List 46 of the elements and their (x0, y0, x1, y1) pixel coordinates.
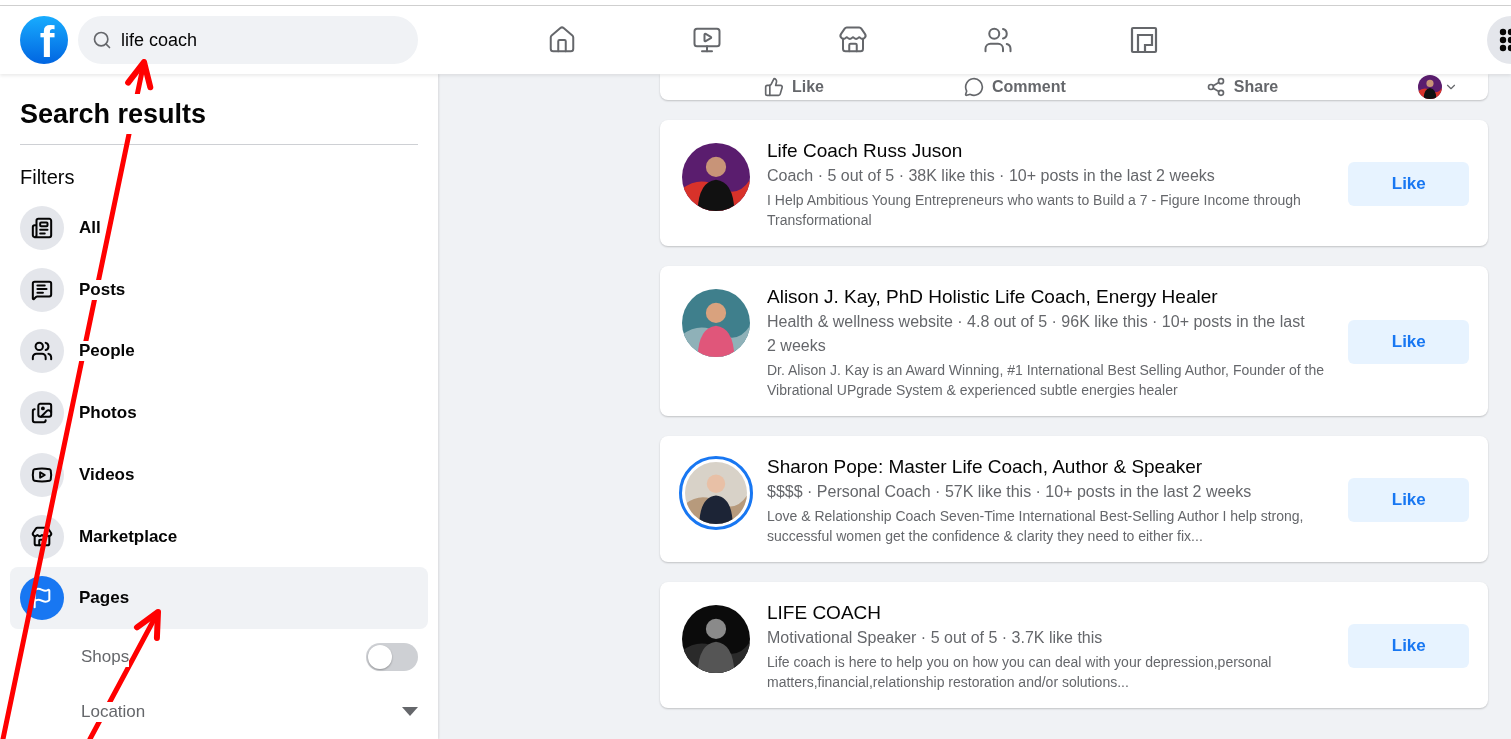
like-button[interactable]: Like (1348, 320, 1470, 364)
post-action[interactable]: Share (1205, 77, 1279, 97)
like-button[interactable]: Like (1348, 624, 1470, 668)
people-icon (20, 329, 64, 374)
page-name[interactable]: Life Coach Russ Juson (767, 138, 1335, 164)
filter-item[interactable]: Videos (10, 444, 428, 506)
page-name[interactable]: Sharon Pope: Master Life Coach, Author & Speaker (767, 454, 1335, 480)
page-name[interactable]: LIFE COACH (767, 600, 1335, 626)
thumbs-up-icon (764, 77, 784, 97)
feed-icon (20, 205, 64, 250)
page-meta: Health & wellness website · 4.8 out of 5 · 96K like this · 10+ posts in the last 2 weeks (767, 312, 1306, 356)
speech-bubble-icon (964, 77, 984, 97)
avatar-ring[interactable] (679, 456, 753, 530)
toggle-switch[interactable] (366, 642, 418, 671)
share-icon (1205, 77, 1226, 97)
page-description: Life coach is here to help you on how you can deal with your depression,personal matters,financial,relationship restoration and/or solutions... (767, 653, 1273, 692)
filter-item[interactable]: Pages (10, 567, 428, 630)
page-description: I Help Ambitious Young Entrepreneurs who wants to Build a 7 - Figure Income through Transformational (767, 191, 1302, 230)
page-meta: Motivational Speaker · 5 out of 5 · 3.7K like this (767, 628, 1104, 648)
filter-item[interactable]: Posts (10, 258, 428, 321)
group-icon[interactable] (983, 25, 1014, 55)
store-icon[interactable] (837, 25, 868, 55)
gaming-icon[interactable] (1129, 26, 1158, 54)
filters-heading: Filters (20, 165, 76, 190)
logo[interactable]: f (20, 16, 68, 64)
filter-item[interactable]: Photos (10, 382, 428, 444)
page-meta: $$$$ · Personal Coach · 57K like this · 10+ posts in the last 2 weeks (767, 482, 1253, 502)
post-action[interactable]: Like (764, 77, 824, 97)
filter-item[interactable]: People (10, 320, 428, 383)
filter-item[interactable]: Marketplace (10, 505, 428, 568)
page-title: Search results (20, 94, 207, 134)
video-icon[interactable] (692, 25, 723, 55)
photos-icon (20, 391, 64, 436)
page-name[interactable]: Alison J. Kay, PhD Holistic Life Coach, Energy Healer (767, 284, 1335, 310)
page-description: Love & Relationship Coach Seven-Time International Best-Selling Author I help strong, successful women get the confidence & clarity they need to either fix... (767, 507, 1305, 546)
like-button[interactable]: Like (1348, 478, 1470, 522)
search-field[interactable]: life coach (78, 16, 418, 64)
search-icon (92, 30, 112, 50)
filter-item[interactable]: All (10, 197, 428, 259)
page-meta: Coach · 5 out of 5 · 38K like this · 10+ posts in the last 2 weeks (767, 166, 1216, 186)
chat-icon (20, 267, 64, 312)
post-action[interactable]: Comment (964, 77, 1066, 97)
like-button[interactable]: Like (1348, 162, 1470, 206)
filter-label: Location (81, 701, 146, 722)
caret-icon[interactable] (402, 707, 418, 717)
page-description: Dr. Alison J. Kay is an Award Winning, #1 International Best Selling Author, Founder of the Vibrational UPgrade System & experienced subtle energies healer (767, 361, 1325, 400)
